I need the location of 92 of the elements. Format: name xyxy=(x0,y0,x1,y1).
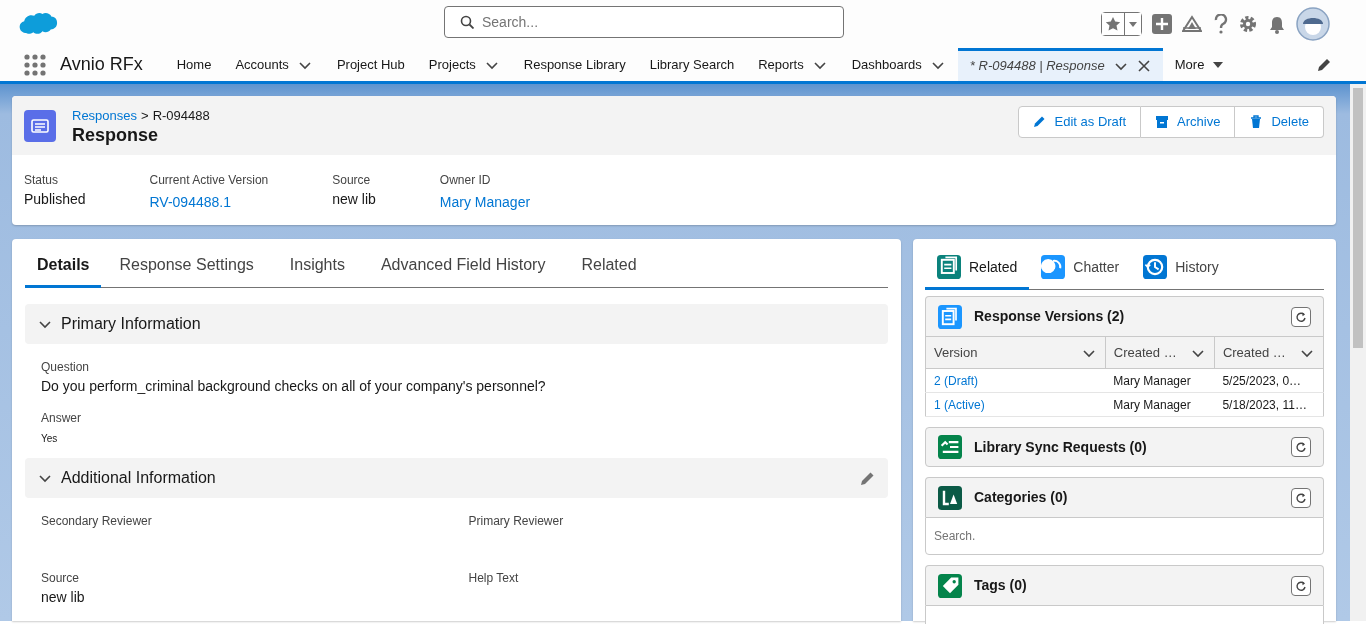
nav-item[interactable]: Accounts xyxy=(223,48,325,81)
edit-icon[interactable] xyxy=(1316,56,1332,73)
avatar-icon[interactable] xyxy=(1296,7,1330,41)
tab[interactable]: Response Settings xyxy=(101,239,272,289)
nav-item[interactable]: Library Search xyxy=(637,48,747,81)
category-icon xyxy=(938,485,962,510)
scrollbar-thumb[interactable] xyxy=(1353,88,1363,348)
column-header[interactable]: Created … xyxy=(1214,336,1324,369)
related-list-title[interactable]: Tags (0) xyxy=(974,575,1027,597)
app-launcher-icon[interactable] xyxy=(24,53,46,76)
notifications-icon[interactable] xyxy=(1268,14,1286,34)
action-button[interactable]: Archive xyxy=(1141,105,1236,138)
tab[interactable]: Related xyxy=(563,239,655,289)
table-cell: 5/25/2023, 0… xyxy=(1214,368,1324,393)
list-icon xyxy=(938,435,962,460)
breadcrumb-separator: > xyxy=(141,107,149,125)
field-value: Yes xyxy=(41,432,59,447)
refresh-button[interactable] xyxy=(1291,306,1311,327)
favorites-menu-button[interactable] xyxy=(1124,13,1141,35)
section-header[interactable]: Primary Information xyxy=(25,304,888,345)
star-icon xyxy=(1105,16,1121,32)
record-title: Response xyxy=(72,125,160,146)
field-link[interactable]: Mary Manager xyxy=(439,192,531,214)
section-header[interactable]: Additional Information xyxy=(25,458,888,499)
related-list-icon xyxy=(937,255,961,280)
related-list-title[interactable]: Library Sync Requests (0) xyxy=(974,436,1147,458)
refresh-button[interactable] xyxy=(1291,575,1311,596)
document-stack-icon xyxy=(938,304,962,329)
field-link[interactable]: RV-094488.1 xyxy=(149,192,231,214)
history-clock-icon xyxy=(1143,255,1168,280)
tag-icon xyxy=(938,573,962,598)
field-label: Help Text xyxy=(468,570,520,588)
action-button[interactable]: Edit as Draft xyxy=(1017,105,1142,138)
nav-item[interactable]: Projects xyxy=(416,48,512,81)
refresh-button[interactable] xyxy=(1291,487,1311,508)
related-list-title[interactable]: Response Versions (2) xyxy=(974,306,1125,328)
nav-item[interactable]: Response Library xyxy=(511,48,638,81)
column-header[interactable]: Created … xyxy=(1105,336,1215,369)
action-button[interactable]: Delete xyxy=(1235,105,1324,138)
field-label: Source xyxy=(41,570,81,588)
field-label: Source xyxy=(332,172,372,190)
trailhead-icon[interactable] xyxy=(1182,15,1202,33)
scrollbar[interactable] xyxy=(1350,84,1366,621)
search-field[interactable]: Search. xyxy=(925,517,1324,556)
pencil-icon[interactable] xyxy=(860,470,876,487)
tab[interactable]: History xyxy=(1131,249,1231,291)
tab[interactable]: Chatter xyxy=(1029,249,1132,291)
nav-item[interactable]: Home xyxy=(164,48,224,81)
table-cell: Mary Manager xyxy=(1105,368,1215,393)
breadcrumb-current: R-094488 xyxy=(152,107,210,125)
refresh-icon xyxy=(1294,440,1308,455)
tab[interactable]: Related xyxy=(925,249,1030,291)
refresh-button[interactable] xyxy=(1291,437,1311,458)
workspace-tab[interactable]: * R-094488 | Response xyxy=(957,48,1163,81)
caret-icon xyxy=(1128,19,1138,29)
record-icon xyxy=(24,109,56,142)
table-link[interactable]: 2 (Draft) xyxy=(934,373,978,388)
nav-item[interactable]: Reports xyxy=(746,48,840,81)
field-label: Primary Reviewer xyxy=(468,513,565,531)
field-value: new lib xyxy=(332,190,376,210)
trash-icon xyxy=(1249,114,1264,129)
close-icon[interactable] xyxy=(1136,59,1151,73)
table-cell: Mary Manager xyxy=(1105,392,1215,417)
search-field[interactable]: Search... xyxy=(444,6,844,38)
column-header[interactable]: Version xyxy=(925,336,1106,369)
table-cell: 5/18/2023, 11… xyxy=(1214,392,1324,417)
field-label: Answer xyxy=(41,410,82,428)
field-label: Owner ID xyxy=(439,172,492,190)
edit-icon xyxy=(1032,114,1047,129)
search-icon xyxy=(460,15,474,29)
field-value: Published xyxy=(24,190,86,210)
archive-icon xyxy=(1155,114,1170,129)
field-label: Status xyxy=(24,172,60,190)
tab[interactable]: Insights xyxy=(271,239,363,289)
nav-item[interactable]: Project Hub xyxy=(324,48,417,81)
table-link[interactable]: 1 (Active) xyxy=(934,397,985,412)
more-menu[interactable]: More xyxy=(1162,48,1237,81)
field-value: Do you perform_criminal background checks on all of your company's personnel? xyxy=(41,377,547,397)
field-value: new lib xyxy=(41,588,86,608)
app-name: Avnio RFx xyxy=(60,53,143,76)
help-icon[interactable] xyxy=(1212,14,1228,34)
field-label: Secondary Reviewer xyxy=(41,513,153,531)
breadcrumb-link[interactable]: Responses xyxy=(72,106,138,126)
field-label: Question xyxy=(41,359,91,377)
add-icon[interactable] xyxy=(1152,14,1172,34)
field-label: Current Active Version xyxy=(149,172,269,190)
nav-item[interactable]: Dashboards xyxy=(839,48,958,81)
tab[interactable]: Details xyxy=(25,239,102,289)
chat-bubbles-icon xyxy=(1041,255,1066,280)
related-list-title[interactable]: Categories (0) xyxy=(974,487,1068,509)
tab[interactable]: Advanced Field History xyxy=(362,239,564,289)
settings-icon[interactable] xyxy=(1238,14,1258,34)
